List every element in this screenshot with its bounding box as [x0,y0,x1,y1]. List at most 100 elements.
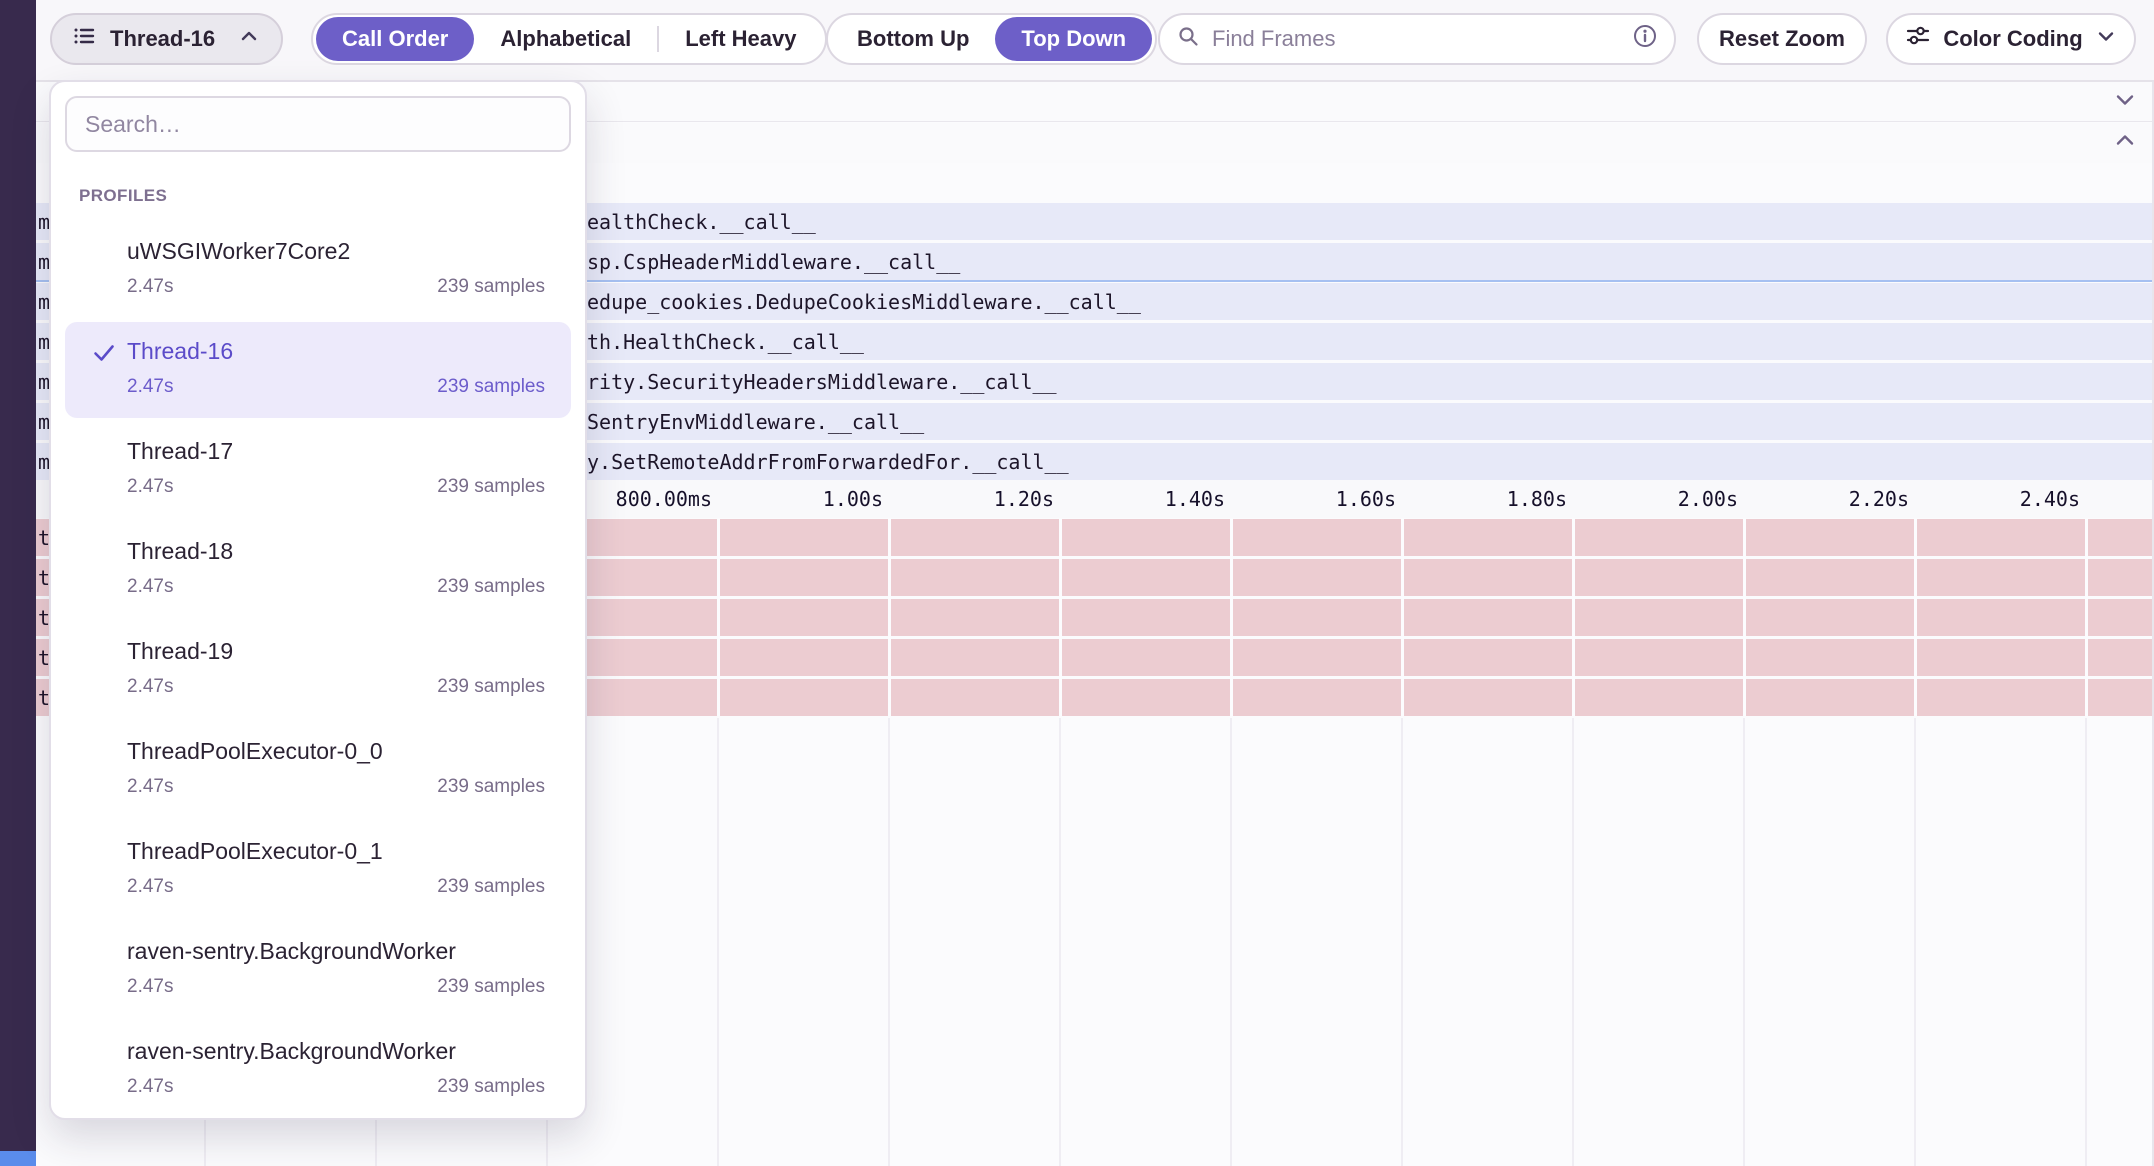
profile-duration: 2.47s [127,476,173,498]
sidebar-bottom-accent [0,1151,36,1166]
gridline [1059,519,1062,716]
frame-label: edupe_cookies.DedupeCookiesMiddleware.__… [587,290,1141,314]
profile-samples: 239 samples [437,676,545,698]
check-icon [91,340,117,371]
gridline [888,718,890,1166]
gridline [1914,718,1916,1166]
gridline [1572,718,1574,1166]
sort-alphabetical-button[interactable]: Alphabetical [474,17,657,61]
toolbar: Thread-16 Call Order Alphabetical Left H… [36,0,2154,82]
profile-name: uWSGIWorker7Core2 [127,236,545,266]
profile-samples: 239 samples [437,876,545,898]
find-frames-input[interactable] [1212,26,1620,52]
direction-segmented-control: Bottom Up Top Down [826,13,1157,65]
nav-sidebar-strip [0,0,36,1166]
profile-samples: 239 samples [437,276,545,298]
gridline [717,519,720,716]
profile-duration: 2.47s [127,976,173,998]
profile-option[interactable]: Thread-18 2.47s 239 samples [51,530,585,630]
chevron-up-icon [237,24,261,54]
gridline [717,718,719,1166]
profile-option[interactable]: ThreadPoolExecutor-0_1 2.47s 239 samples [51,830,585,930]
axis-tick: 1.00s [711,480,883,518]
sliders-icon [1905,23,1931,55]
gridline [1230,519,1233,716]
gridline [1401,519,1404,716]
profile-option[interactable]: raven-sentry.BackgroundWorker 2.47s 239 … [51,930,585,1030]
profile-samples: 239 samples [437,576,545,598]
gridline [2085,718,2087,1166]
frame-label: rity.SecurityHeadersMiddleware.__call__ [587,370,1057,394]
frame-label: sp.CspHeaderMiddleware.__call__ [587,250,960,274]
sort-left-heavy-button[interactable]: Left Heavy [659,17,822,61]
profiles-section-label: PROFILES [79,186,167,206]
profile-duration: 2.47s [127,376,173,398]
profile-duration: 2.47s [127,876,173,898]
gridline [1401,718,1403,1166]
profile-samples: 239 samples [437,1076,545,1098]
axis-tick: 2.00s [1566,480,1738,518]
profile-option[interactable]: ThreadPoolExecutor-0_0 2.47s 239 samples [51,730,585,830]
sort-call-order-button[interactable]: Call Order [316,17,474,61]
profile-name: Thread-17 [127,436,545,466]
profile-duration: 2.47s [127,676,173,698]
gridline [1743,519,1746,716]
profile-duration: 2.47s [127,276,173,298]
profile-option[interactable]: Thread-19 2.47s 239 samples [51,630,585,730]
profiles-list: uWSGIWorker7Core2 2.47s 239 samples Thre… [51,230,585,1130]
reset-zoom-button[interactable]: Reset Zoom [1697,13,1867,65]
gridline [1914,519,1917,716]
info-icon[interactable] [1632,23,1658,55]
gridline [1059,718,1061,1166]
gridline [1743,718,1745,1166]
color-coding-label: Color Coding [1943,26,2082,52]
profile-samples: 239 samples [437,476,545,498]
dropdown-search-input[interactable] [85,111,551,138]
gridline [2085,519,2088,716]
profile-samples: 239 samples [437,376,545,398]
profile-samples: 239 samples [437,776,545,798]
axis-tick: 1.20s [882,480,1054,518]
list-icon [72,24,96,54]
thread-selector-label: Thread-16 [110,26,223,52]
direction-top-down-button[interactable]: Top Down [995,17,1152,61]
dropdown-search[interactable] [65,96,571,152]
frame-label: ealthCheck.__call__ [587,210,816,234]
profile-name: Thread-19 [127,636,545,666]
chevron-down-icon[interactable] [2112,86,2138,117]
profile-name: raven-sentry.BackgroundWorker [127,936,545,966]
profile-name: Thread-18 [127,536,545,566]
thread-selector-button[interactable]: Thread-16 [50,13,283,65]
chevron-up-icon[interactable] [2112,128,2138,159]
profile-name: ThreadPoolExecutor-0_1 [127,836,545,866]
color-coding-button[interactable]: Color Coding [1886,13,2136,65]
profile-option[interactable]: Thread-16 2.47s 239 samples [51,330,585,430]
profile-samples: 239 samples [437,976,545,998]
frame-label: y.SetRemoteAddrFromForwardedFor.__call__ [587,450,1069,474]
direction-bottom-up-button[interactable]: Bottom Up [831,17,995,61]
axis-tick: 1.60s [1224,480,1396,518]
axis-tick: 2.40s [1908,480,2080,518]
profile-name: raven-sentry.BackgroundWorker [127,1036,545,1066]
profile-name: ThreadPoolExecutor-0_0 [127,736,545,766]
find-frames-search[interactable] [1158,13,1676,65]
profile-option[interactable]: raven-sentry.BackgroundWorker 2.47s 239 … [51,1030,585,1130]
gridline [1230,718,1232,1166]
thread-dropdown: PROFILES uWSGIWorker7Core2 2.47s 239 sam… [49,80,587,1120]
axis-tick: 1.80s [1395,480,1567,518]
gridline [1572,519,1575,716]
axis-tick: 2.20s [1737,480,1909,518]
profile-name: Thread-16 [127,336,545,366]
chevron-down-icon [2095,25,2117,53]
search-icon [1176,24,1200,54]
frame-label: th.HealthCheck.__call__ [587,330,864,354]
profile-option[interactable]: Thread-17 2.47s 239 samples [51,430,585,530]
profile-duration: 2.47s [127,776,173,798]
axis-tick: 1.40s [1053,480,1225,518]
sort-segmented-control: Call Order Alphabetical Left Heavy [311,13,827,65]
gridline [888,519,891,716]
profile-duration: 2.47s [127,1076,173,1098]
profile-duration: 2.47s [127,576,173,598]
profile-option[interactable]: uWSGIWorker7Core2 2.47s 239 samples [51,230,585,330]
frame-label: SentryEnvMiddleware.__call__ [587,410,924,434]
